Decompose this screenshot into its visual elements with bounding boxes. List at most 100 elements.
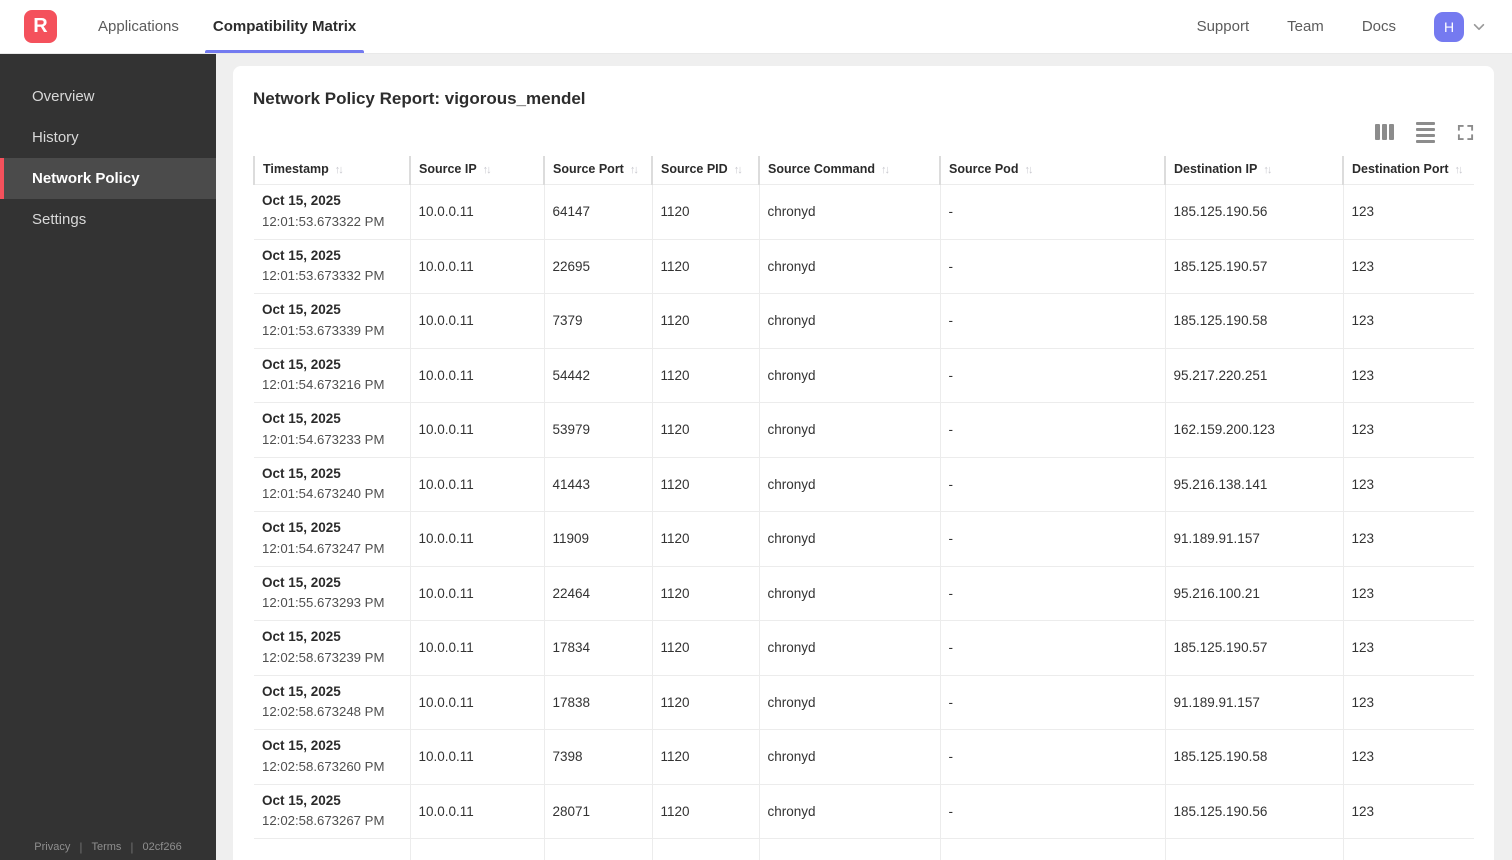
table-row[interactable]: Oct 15, 2025 [254,838,1474,860]
app-logo[interactable]: R [24,10,57,43]
source-port-cell: 17834 [543,620,652,675]
table-row[interactable]: Oct 15, 2025 12:01:54.673216 PM 10.0.0.1… [254,347,1474,403]
source-ip-cell: 10.0.0.11 [409,674,544,730]
column-header[interactable]: Source IP ↑↓ [409,156,544,185]
column-header[interactable]: Destination IP ↑↓ [1164,156,1343,185]
sidebar-item[interactable]: History [0,117,216,158]
source-pod-cell: - [939,620,1165,675]
nav-link[interactable]: Support [1197,18,1250,35]
source-pod-cell: - [939,293,1165,348]
destination-ip-cell: 185.125.190.57 [1164,238,1343,294]
main-content: Network Policy Report: vigorous_mendel T… [216,54,1512,860]
destination-ip-cell: 185.125.190.58 [1164,729,1343,784]
nav-tab[interactable]: Compatibility Matrix [204,0,365,53]
sort-icon[interactable]: ↑↓ [630,164,639,176]
sort-icon[interactable]: ↑↓ [734,164,743,176]
source-pid-cell: 1120 [651,347,759,403]
destination-port-cell: 123 [1342,184,1474,239]
sort-icon[interactable]: ↑↓ [335,164,344,176]
list-view-icon[interactable] [1416,121,1435,143]
nav-link[interactable]: Team [1287,18,1324,35]
source-command-cell: chronyd [758,184,940,239]
source-port-cell: 7398 [543,729,652,784]
source-pod-cell: - [939,783,1165,839]
destination-ip-cell: 185.125.190.56 [1164,783,1343,839]
table-row[interactable]: Oct 15, 2025 12:01:54.673240 PM 10.0.0.1… [254,456,1474,512]
table-toolbar [253,121,1474,143]
nav-links: Support Team Docs [1197,18,1396,35]
nav-link[interactable]: Docs [1362,18,1396,35]
destination-port-cell: 123 [1342,402,1474,457]
destination-ip-cell: 162.159.200.123 [1164,402,1343,457]
table-row[interactable]: Oct 15, 2025 12:01:54.673247 PM 10.0.0.1… [254,511,1474,566]
top-navbar: R Applications Compatibility Matrix Supp… [0,0,1512,54]
sidebar-menu: Overview History Network Policy Settings [0,76,216,240]
destination-ip-cell [1164,838,1343,860]
destination-ip-cell: 185.125.190.57 [1164,620,1343,675]
source-ip-cell: 10.0.0.11 [409,783,544,839]
source-pid-cell [651,838,759,860]
source-pid-cell: 1120 [651,674,759,730]
sort-icon[interactable]: ↑↓ [483,164,492,176]
column-header[interactable]: Destination Port ↑↓ [1342,156,1474,185]
destination-ip-cell: 95.217.220.251 [1164,347,1343,403]
column-header[interactable]: Timestamp ↑↓ [253,156,410,185]
timestamp-cell: Oct 15, 2025 12:01:53.673332 PM [254,238,410,294]
table-row[interactable]: Oct 15, 2025 12:02:58.673248 PM 10.0.0.1… [254,674,1474,730]
source-pid-cell: 1120 [651,565,759,621]
table-row[interactable]: Oct 15, 2025 12:02:58.673260 PM 10.0.0.1… [254,729,1474,784]
destination-ip-cell: 185.125.190.58 [1164,293,1343,348]
sort-icon[interactable]: ↑↓ [1455,164,1464,176]
avatar[interactable]: H [1434,11,1464,42]
column-header[interactable]: Source PID ↑↓ [651,156,759,185]
privacy-link[interactable]: Privacy [34,841,70,853]
sort-icon[interactable]: ↑↓ [881,164,890,176]
column-header[interactable]: Source Pod ↑↓ [939,156,1165,185]
sidebar-item[interactable]: Settings [0,199,216,240]
source-port-cell: 28071 [543,783,652,839]
destination-ip-cell: 91.189.91.157 [1164,511,1343,566]
nav-tab[interactable]: Applications [90,0,187,53]
report-card: Network Policy Report: vigorous_mendel T… [233,66,1494,860]
timestamp-cell: Oct 15, 2025 12:01:54.673233 PM [254,402,410,457]
table-row[interactable]: Oct 15, 2025 12:01:53.673322 PM 10.0.0.1… [254,184,1474,239]
sidebar-item[interactable]: Network Policy [0,158,216,199]
destination-port-cell: 123 [1342,783,1474,839]
timestamp-cell: Oct 15, 2025 12:01:55.673293 PM [254,565,410,621]
destination-port-cell: 123 [1342,565,1474,621]
source-pod-cell: - [939,565,1165,621]
destination-port-cell: 123 [1342,511,1474,566]
network-policy-table: Timestamp ↑↓ Source IP ↑↓ Source Port ↑↓ So… [253,156,1474,860]
source-command-cell: chronyd [758,674,940,730]
source-ip-cell: 10.0.0.11 [409,565,544,621]
destination-ip-cell: 95.216.100.21 [1164,565,1343,621]
column-header[interactable]: Source Port ↑↓ [543,156,652,185]
terms-link[interactable]: Terms [91,841,121,853]
user-menu[interactable]: H [1434,11,1486,42]
table-row[interactable]: Oct 15, 2025 12:01:54.673233 PM 10.0.0.1… [254,402,1474,457]
sidebar-item[interactable]: Overview [0,76,216,117]
sidebar: Overview History Network Policy Settings… [0,54,216,860]
table-row[interactable]: Oct 15, 2025 12:01:53.673332 PM 10.0.0.1… [254,238,1474,294]
fullscreen-icon[interactable] [1457,124,1474,141]
sort-icon[interactable]: ↑↓ [1263,164,1272,176]
columns-view-icon[interactable] [1375,124,1394,140]
destination-port-cell: 123 [1342,456,1474,512]
footer-divider: | [79,840,83,854]
primary-nav: Applications Compatibility Matrix [90,0,382,53]
timestamp-cell: Oct 15, 2025 12:02:58.673260 PM [254,729,410,784]
table-row[interactable]: Oct 15, 2025 12:02:58.673239 PM 10.0.0.1… [254,620,1474,675]
source-command-cell: chronyd [758,402,940,457]
source-port-cell [543,838,652,860]
chevron-down-icon[interactable] [1472,20,1486,34]
source-ip-cell: 10.0.0.11 [409,347,544,403]
source-port-cell: 54442 [543,347,652,403]
sort-icon[interactable]: ↑↓ [1024,164,1033,176]
timestamp-cell: Oct 15, 2025 12:01:54.673240 PM [254,456,410,512]
table-row[interactable]: Oct 15, 2025 12:02:58.673267 PM 10.0.0.1… [254,783,1474,839]
table-row[interactable]: Oct 15, 2025 12:01:53.673339 PM 10.0.0.1… [254,293,1474,348]
source-command-cell: chronyd [758,620,940,675]
source-pid-cell: 1120 [651,293,759,348]
column-header[interactable]: Source Command ↑↓ [758,156,940,185]
table-row[interactable]: Oct 15, 2025 12:01:55.673293 PM 10.0.0.1… [254,565,1474,621]
